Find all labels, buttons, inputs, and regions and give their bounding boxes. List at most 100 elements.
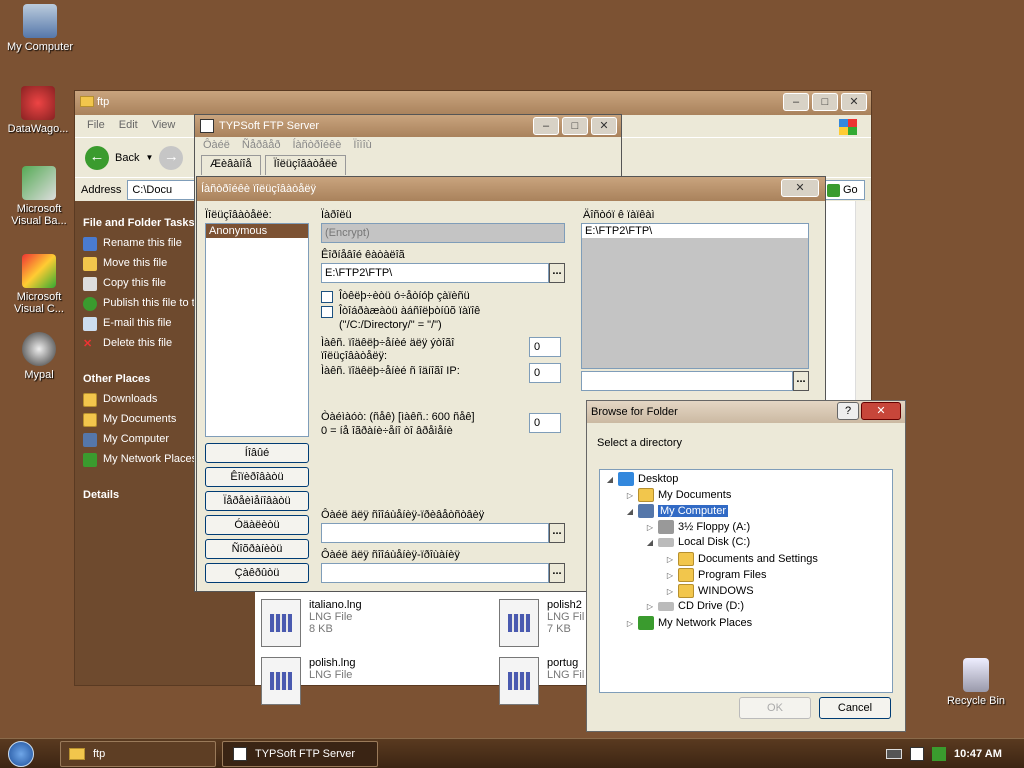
desktop-icon-datawagon[interactable]: DataWago... xyxy=(0,86,76,135)
welcome-file-field[interactable] xyxy=(321,523,549,543)
address-value: C:\Docu xyxy=(132,183,173,196)
collapse-icon[interactable]: ◢ xyxy=(646,538,654,547)
explorer-title-bar[interactable]: ftp – □ ✕ xyxy=(75,91,871,115)
tree-node-floppy[interactable]: ▷ 3½ Floppy (A:) xyxy=(646,520,750,534)
close-button[interactable]: ✕ xyxy=(781,179,819,197)
expand-icon[interactable]: ▷ xyxy=(666,571,674,580)
access-browse-button[interactable]: ... xyxy=(793,371,809,391)
typsoft-menu-item[interactable]: Ñåðâåð xyxy=(242,139,281,153)
back-button[interactable]: ← Back ▼ xyxy=(85,145,153,170)
file-name: portug xyxy=(547,657,579,669)
explorer-window-controls: – □ ✕ xyxy=(783,93,867,111)
close-button[interactable]: ✕ xyxy=(591,117,617,135)
tree-node-local-disk[interactable]: ◢ Local Disk (C:) xyxy=(646,536,750,548)
tree-node-desktop[interactable]: ◢ Desktop xyxy=(606,472,678,486)
ok-button[interactable]: OK xyxy=(739,697,811,719)
typsoft-menu-item[interactable]: Íàñòðîéêè xyxy=(292,139,341,153)
help-button[interactable]: ? xyxy=(837,402,859,420)
cancel-button[interactable]: Cancel xyxy=(819,697,891,719)
copy-user-button[interactable]: Êîïèðîâàòü xyxy=(205,467,309,487)
expand-icon[interactable]: ▷ xyxy=(666,555,674,564)
taskbar-item-ftp[interactable]: ftp xyxy=(60,741,216,767)
expand-icon[interactable]: ▷ xyxy=(666,587,674,596)
close-dialog-button[interactable]: Çàêðûòü xyxy=(205,563,309,583)
folder-tree[interactable]: ◢ Desktop ▷ My Documents ◢ My Computer ▷ 3½ … xyxy=(599,469,893,693)
password-field[interactable]: (Encrypt) xyxy=(321,223,565,243)
lng-file-icon xyxy=(499,599,539,647)
forward-button[interactable]: → xyxy=(159,145,184,170)
desktop-icon-visual-basic[interactable]: Microsoft Visual Ba... xyxy=(1,166,77,227)
close-button[interactable]: ✕ xyxy=(841,93,867,111)
visual-basic-icon xyxy=(22,166,56,200)
max-users-field[interactable]: 0 xyxy=(529,337,561,357)
max-ip-field[interactable]: 0 xyxy=(529,363,561,383)
maximize-button[interactable]: □ xyxy=(812,93,838,111)
file-item[interactable]: italiano.lng LNG File 8 KB xyxy=(261,599,362,647)
expand-icon[interactable]: ▷ xyxy=(646,523,654,532)
home-dir-browse-button[interactable]: ... xyxy=(549,263,565,283)
taskbar-item-typsoft[interactable]: TYPSoft FTP Server xyxy=(222,741,378,767)
close-button[interactable]: ✕ xyxy=(861,402,901,420)
start-button[interactable] xyxy=(8,741,34,767)
expand-icon[interactable]: ▷ xyxy=(626,491,634,500)
tree-node-program-files[interactable]: ▷ Program Files xyxy=(666,568,766,582)
typsoft-menu-item[interactable]: Ïîìîù xyxy=(353,139,371,153)
delete-icon: ✕ xyxy=(83,338,93,350)
menu-view[interactable]: View xyxy=(152,119,176,133)
file-item[interactable]: polish.lng LNG File xyxy=(261,657,355,705)
typsoft-tray-icon[interactable] xyxy=(910,747,924,761)
users-list[interactable]: Anonymous xyxy=(205,223,309,437)
access-item[interactable]: E:\FTP2\FTP\ xyxy=(582,224,808,238)
go-button[interactable]: Go xyxy=(827,183,858,197)
tree-node-network-places[interactable]: ▷ My Network Places xyxy=(626,616,752,630)
minimize-button[interactable]: – xyxy=(533,117,559,135)
browse-title-bar[interactable]: Browse for Folder ? ✕ xyxy=(587,401,905,423)
keyboard-icon[interactable] xyxy=(886,749,902,759)
desktop-icon-recycle-bin[interactable]: Recycle Bin xyxy=(938,658,1014,707)
network-tray-icon[interactable] xyxy=(932,747,946,761)
file-item[interactable]: polish2 LNG Fil 7 KB xyxy=(499,599,584,647)
disable-account-checkbox[interactable] xyxy=(321,291,333,303)
tree-node-cd-drive[interactable]: ▷ CD Drive (D:) xyxy=(646,600,744,612)
timeout-hint: 0 = íå îãðàíè÷åíî òî âðåìåíè xyxy=(321,425,453,437)
tab-status[interactable]: Æèâàíîå xyxy=(201,155,261,175)
home-dir-field[interactable]: E:\FTP2\FTP\ xyxy=(321,263,549,283)
file-item[interactable]: portug LNG Fil xyxy=(499,657,584,705)
absolute-path-checkbox[interactable] xyxy=(321,306,333,318)
tab-users[interactable]: Ïîëüçîâàòåëè xyxy=(264,155,347,175)
collapse-icon[interactable]: ◢ xyxy=(606,475,614,484)
save-button[interactable]: Ñîõðàíèòü xyxy=(205,539,309,559)
desktop-icon-mypal[interactable]: Mypal xyxy=(1,332,77,381)
typsoft-menu-item[interactable]: Ôàéë xyxy=(203,139,230,153)
my-computer-icon xyxy=(23,4,57,38)
desktop-icon-my-computer[interactable]: My Computer xyxy=(2,4,78,53)
maximize-button[interactable]: □ xyxy=(562,117,588,135)
tree-node-my-computer[interactable]: ◢ My Computer xyxy=(626,504,729,518)
back-dropdown-icon[interactable]: ▼ xyxy=(145,153,153,162)
expand-icon[interactable]: ▷ xyxy=(626,619,634,628)
rename-user-button[interactable]: Ïåðåèìåíîâàòü xyxy=(205,491,309,511)
goodbye-file-field[interactable] xyxy=(321,563,549,583)
collapse-icon[interactable]: ◢ xyxy=(626,507,634,516)
menu-file[interactable]: File xyxy=(87,119,105,133)
delete-user-button[interactable]: Óäàëèòü xyxy=(205,515,309,535)
timeout-field[interactable]: 0 xyxy=(529,413,561,433)
clock[interactable]: 10:47 AM xyxy=(954,748,1002,760)
user-item-anonymous[interactable]: Anonymous xyxy=(206,224,308,238)
tree-node-my-documents[interactable]: ▷ My Documents xyxy=(626,488,731,502)
settings-title-bar[interactable]: Íàñòðîéêè ïîëüçîâàòåëÿ ✕ xyxy=(197,177,825,201)
tree-node-windows[interactable]: ▷ WINDOWS xyxy=(666,584,754,598)
desktop-icon-visual-c[interactable]: Microsoft Visual C... xyxy=(1,254,77,315)
typsoft-title-bar[interactable]: TYPSoft FTP Server – □ ✕ xyxy=(195,115,621,137)
minimize-button[interactable]: – xyxy=(783,93,809,111)
welcome-file-browse-button[interactable]: ... xyxy=(549,523,565,543)
access-list[interactable]: E:\FTP2\FTP\ xyxy=(581,223,809,369)
menu-edit[interactable]: Edit xyxy=(119,119,138,133)
settings-title: Íàñòðîéêè ïîëüçîâàòåëÿ xyxy=(201,183,316,195)
tree-node-documents-settings[interactable]: ▷ Documents and Settings xyxy=(666,552,818,566)
new-user-button[interactable]: Íîâûé xyxy=(205,443,309,463)
access-path-field[interactable] xyxy=(581,371,793,391)
access-label: Äîñòóï ê ïàïêàì xyxy=(583,209,655,221)
goodbye-file-browse-button[interactable]: ... xyxy=(549,563,565,583)
expand-icon[interactable]: ▷ xyxy=(646,602,654,611)
